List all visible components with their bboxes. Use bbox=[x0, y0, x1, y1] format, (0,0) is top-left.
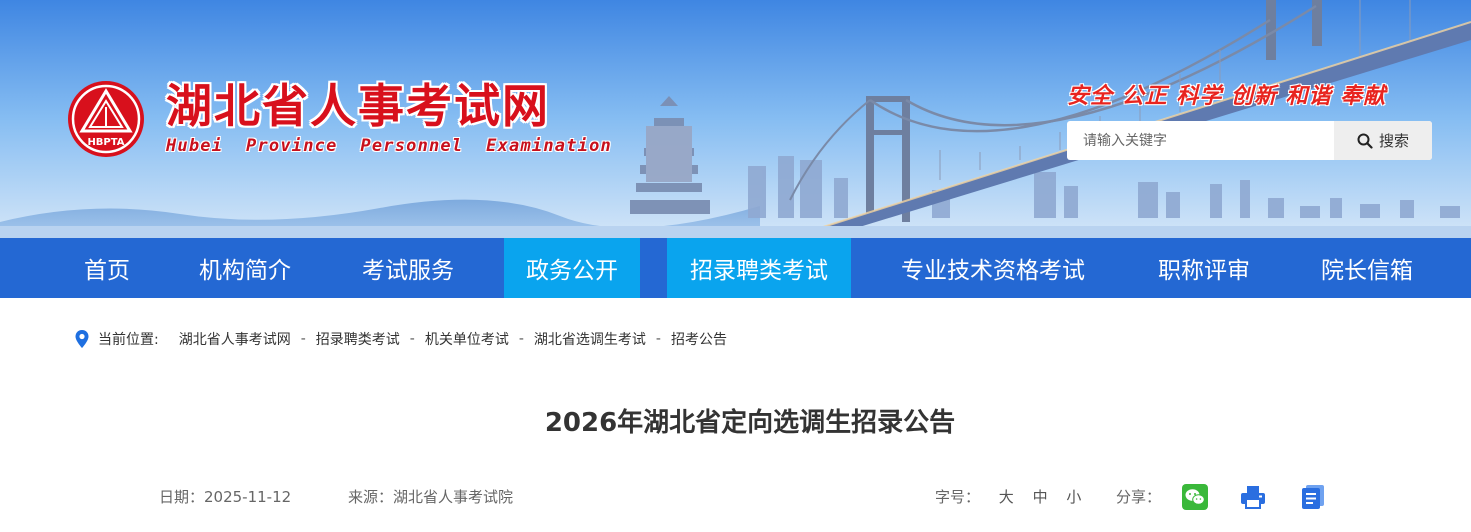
article-meta: 日期：2025-11-12 来源：湖北省人事考试院 bbox=[159, 486, 565, 507]
hbpta-logo: HBPTA bbox=[68, 81, 144, 157]
search-button-label: 搜索 bbox=[1378, 132, 1409, 150]
search-input[interactable] bbox=[1067, 121, 1334, 160]
search-button[interactable]: 搜索 bbox=[1334, 121, 1432, 160]
breadcrumb-separator: - bbox=[655, 331, 661, 347]
breadcrumb-item-recruitment-exams[interactable]: 招录聘类考试 bbox=[316, 329, 400, 349]
breadcrumb: 当前位置: 湖北省人事考试网 - 招录聘类考试 - 机关单位考试 - 湖北省选调… bbox=[74, 327, 727, 351]
font-size-medium[interactable]: 中 bbox=[1033, 488, 1048, 506]
location-pin-icon bbox=[75, 330, 89, 348]
breadcrumb-separator: - bbox=[518, 331, 524, 347]
site-title: 湖北省人事考试网 bbox=[166, 79, 550, 133]
search-icon bbox=[1357, 133, 1373, 149]
font-size-control: 字号： 大 中 小 bbox=[935, 486, 1081, 507]
article-source: 来源：湖北省人事考试院 bbox=[347, 488, 513, 506]
document-icon[interactable] bbox=[1300, 484, 1326, 510]
breadcrumb-item-home[interactable]: 湖北省人事考试网 bbox=[179, 329, 291, 349]
search-box: 搜索 bbox=[1067, 121, 1432, 160]
nav-home[interactable]: 首页 bbox=[58, 238, 156, 298]
breadcrumb-separator: - bbox=[409, 331, 415, 347]
main-nav: 首页 机构简介 考试服务 政务公开 招录聘类考试 专业技术资格考试 职称评审 院… bbox=[0, 238, 1471, 298]
wechat-icon[interactable] bbox=[1182, 484, 1208, 510]
nav-title-review[interactable]: 职称评审 bbox=[1138, 238, 1270, 298]
site-subtitle: Hubei Province Personnel Examination bbox=[166, 136, 612, 156]
nav-professional-qualification[interactable]: 专业技术资格考试 bbox=[880, 238, 1106, 298]
font-size-large[interactable]: 大 bbox=[999, 488, 1014, 506]
breadcrumb-separator: - bbox=[300, 331, 306, 347]
print-icon[interactable] bbox=[1240, 484, 1266, 510]
nav-exam-services[interactable]: 考试服务 bbox=[338, 238, 478, 298]
breadcrumb-item-announcements[interactable]: 招考公告 bbox=[671, 329, 727, 349]
article-date: 日期：2025-11-12 bbox=[159, 488, 292, 506]
nav-government-affairs[interactable]: 政务公开 bbox=[504, 238, 640, 298]
article-title: 2026年湖北省定向选调生招录公告 bbox=[544, 408, 956, 438]
nav-about[interactable]: 机构简介 bbox=[178, 238, 312, 298]
breadcrumb-label: 当前位置: bbox=[98, 332, 159, 348]
breadcrumb-item-agency-exams[interactable]: 机关单位考试 bbox=[425, 329, 509, 349]
slogan: 安全 公正 科学 创新 和谐 奉献 bbox=[1067, 84, 1387, 109]
header-banner: HBPTA 湖北省人事考试网 Hubei Province Personnel … bbox=[0, 0, 1471, 238]
share-label: 分享： bbox=[1116, 488, 1162, 506]
logo-text: HBPTA bbox=[87, 137, 124, 148]
font-size-label: 字号： bbox=[935, 488, 981, 506]
nav-director-mailbox[interactable]: 院长信箱 bbox=[1300, 238, 1434, 298]
breadcrumb-item-selected-graduates-exam[interactable]: 湖北省选调生考试 bbox=[534, 329, 646, 349]
nav-recruitment-exams[interactable]: 招录聘类考试 bbox=[667, 238, 851, 298]
font-size-small[interactable]: 小 bbox=[1066, 488, 1081, 506]
